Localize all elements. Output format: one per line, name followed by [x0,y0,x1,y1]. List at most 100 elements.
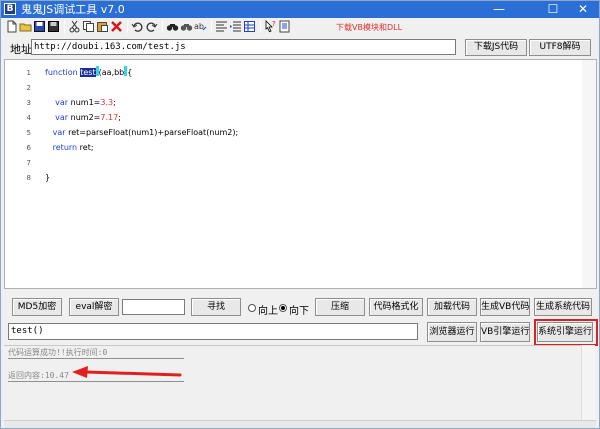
svg-text:?: ? [272,20,276,28]
output-divider [8,381,184,382]
svg-text:ab: ab [194,22,204,31]
code-token: return [52,143,80,152]
code-token: ; [113,98,116,107]
url-input[interactable]: http://doubi.163.com/test.js [31,39,456,55]
code-line[interactable]: 7 [5,156,596,170]
code-token: var [52,128,69,137]
code-token: var [55,98,71,107]
code-text: var num1=3.3; [45,96,116,110]
copy-icon[interactable] [82,20,95,33]
indent-icon[interactable] [229,20,242,33]
line-number: 8 [26,174,31,182]
toolbar-separator [211,20,212,33]
code-token: ret; [79,143,94,152]
replace-icon[interactable]: ab [194,20,207,33]
line-number: 3 [26,99,31,107]
code-token: } [45,173,51,182]
utf8-decode-button[interactable]: UTF8解码 [529,39,591,56]
code-token: var [55,113,71,122]
line-number: 5 [26,129,31,137]
eval-decode-button[interactable]: eval解密 [69,298,119,316]
code-token: 3.3 [100,98,114,107]
app-logo-icon: B [4,3,16,15]
selected-text: test [80,68,96,77]
code-token: ret=parseFloat(num1)+parseFloat(num2); [68,128,239,137]
toolbar-separator [260,20,261,33]
toolbar: ab ? 下载VB模块和DLL [3,19,599,35]
find-button[interactable]: 寻找 [191,298,241,316]
line-number: 6 [26,144,31,152]
browser-run-button[interactable]: 浏览器运行 [427,322,477,342]
command-input[interactable]: test() [8,323,418,340]
maximize-button[interactable]: ☐ [539,1,567,18]
search-input[interactable] [122,299,185,315]
download-vb-module-note[interactable]: 下载VB模块和DLL [336,22,402,33]
generate-vb-code-button[interactable]: 生成VB代码 [480,298,530,316]
redo-icon[interactable] [145,20,158,33]
grid-icon[interactable] [243,20,256,33]
generate-system-code-button[interactable]: 生成系统代码 [534,298,592,316]
radio-up-label: 向上 [258,306,278,317]
editor-scrollbar[interactable] [582,60,596,288]
output-status-line: 代码运算成功!!执行时间:0 [8,348,108,357]
undo-icon[interactable] [131,20,144,33]
format-icon[interactable] [215,20,228,33]
code-format-button[interactable]: 代码格式化 [369,298,423,316]
find-icon[interactable] [166,20,179,33]
vb-engine-run-button[interactable]: VB引擎运行 [480,322,530,342]
load-code-button[interactable]: 加载代码 [427,298,477,316]
save-as-icon[interactable] [47,20,60,33]
save-icon[interactable] [33,20,46,33]
about-icon[interactable] [278,20,291,33]
minimize-button[interactable]: — [485,1,513,18]
line-number: 1 [26,69,31,77]
annotation-arrow-icon [72,366,182,378]
code-text: return ret; [45,141,94,155]
line-number: 2 [26,84,31,92]
code-line[interactable]: 6 return ret; [5,141,596,155]
output-panel: 代码运算成功!!执行时间:0 返回内容:10.47 [4,345,581,420]
code-text: function test (aa,bb{ [45,66,132,80]
cut-icon[interactable] [68,20,81,33]
help-pointer-icon[interactable]: ? [264,20,277,33]
code-text: } [45,171,50,185]
code-line[interactable]: 3 var num1=3.3; [5,96,596,110]
compress-button[interactable]: 压缩 [315,298,365,316]
window-title: 鬼鬼JS调试工具 v7.0 [21,3,125,16]
find-next-icon[interactable] [180,20,193,33]
code-line[interactable]: 8} [5,171,596,185]
code-line[interactable]: 4 var num2=7.17; [5,111,596,125]
code-line[interactable]: 1 function test (aa,bb{ [5,66,596,80]
delete-icon[interactable] [110,20,123,33]
line-number: 7 [26,159,31,167]
open-folder-icon[interactable] [19,20,32,33]
md5-encrypt-button[interactable]: MD5加密 [12,298,62,316]
code-token: ; [118,113,121,122]
close-button[interactable]: ✕ [569,1,597,18]
code-line[interactable]: 2 [5,81,596,95]
status-bar [4,420,596,428]
code-token: num2= [70,113,101,122]
code-token: (aa,bb [98,68,125,77]
radio-down[interactable] [279,304,287,312]
output-divider [8,358,184,359]
code-token: function [45,68,81,77]
output-scrollbar[interactable] [581,345,595,420]
output-return-line: 返回内容:10.47 [8,371,69,380]
code-line[interactable]: 5 var ret=parseFloat(num1)+parseFloat(nu… [5,126,596,140]
code-token: 7.17 [100,113,119,122]
code-editor[interactable]: 1 function test (aa,bb{2 3 var num1=3.3; 4 v… [4,59,597,289]
annotation-highlight-box [534,319,598,346]
paste-icon[interactable] [96,20,109,33]
toolbar-separator [162,20,163,33]
new-file-icon[interactable] [5,20,18,33]
code-text: var num2=7.17; [45,111,121,125]
code-token: num1= [70,98,101,107]
code-token: { [127,68,133,77]
radio-up[interactable] [248,304,256,312]
download-js-button[interactable]: 下载JS代码 [465,39,527,56]
